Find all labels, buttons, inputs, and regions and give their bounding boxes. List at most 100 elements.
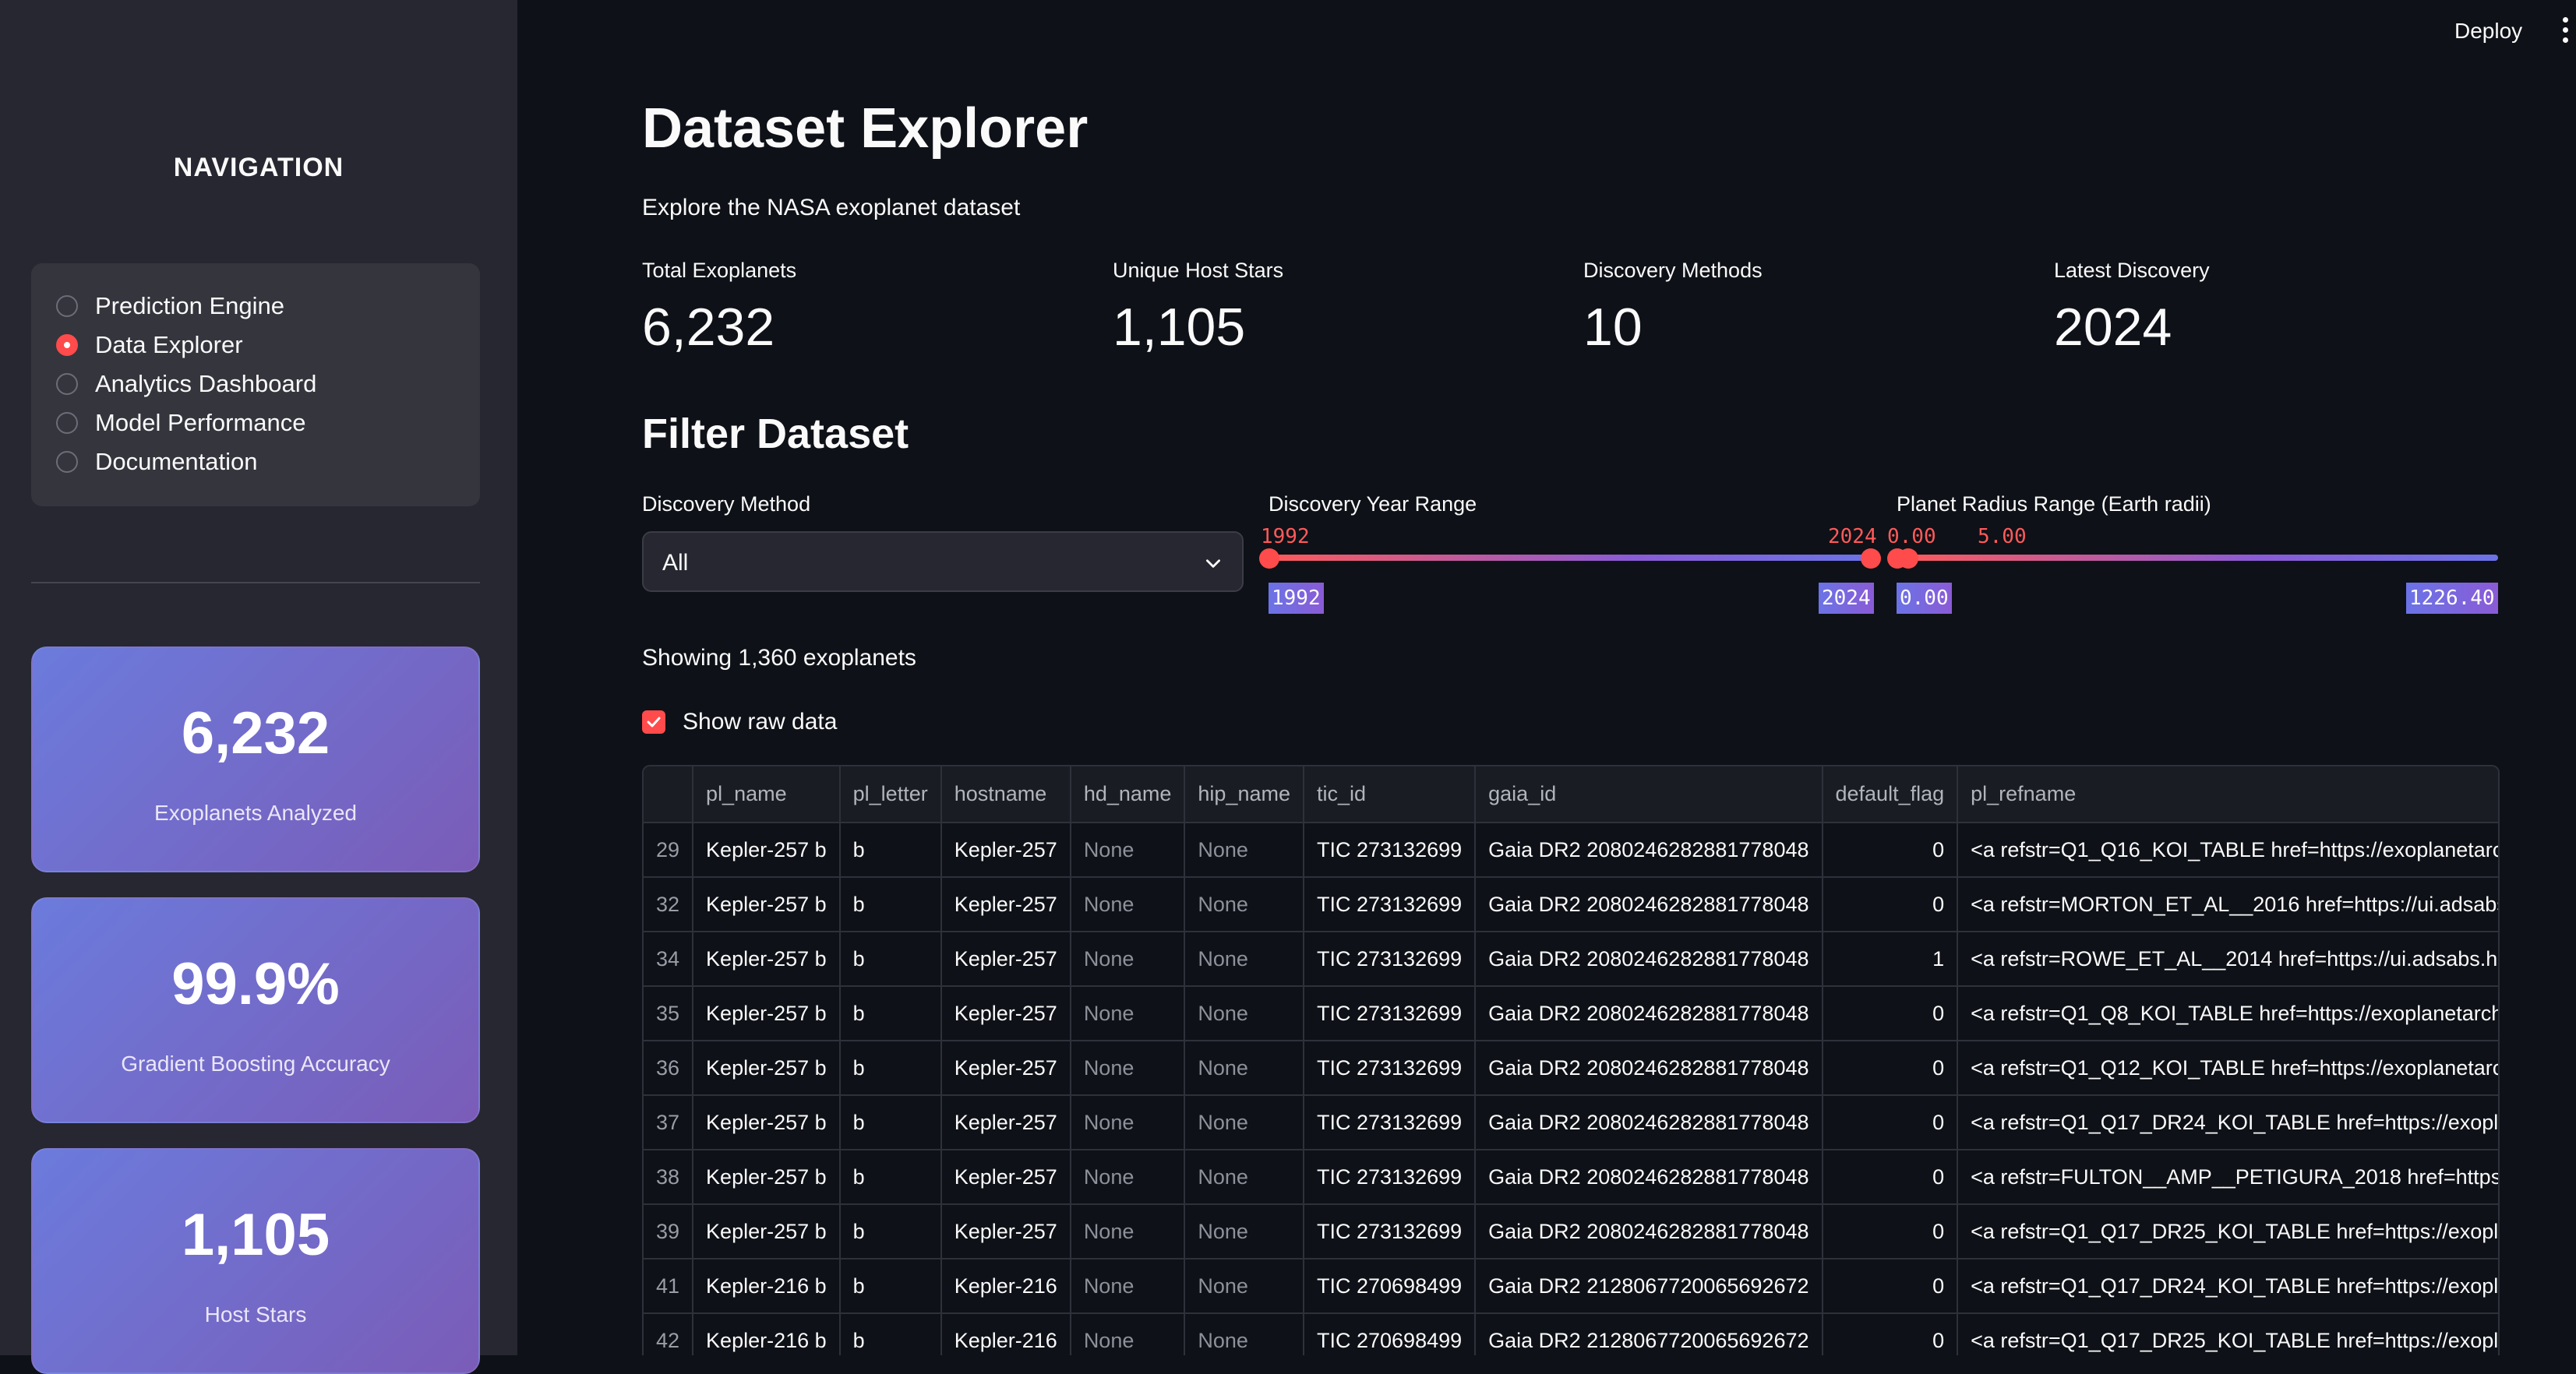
cell-default_flag: 0 [1822, 986, 1959, 1041]
cell-hostname: Kepler-257 [940, 986, 1071, 1041]
column-header-hostname[interactable]: hostname [940, 766, 1071, 823]
check-icon [647, 717, 661, 728]
nav-item-documentation[interactable]: Documentation [56, 442, 455, 481]
page-title: Dataset Explorer [642, 97, 1089, 160]
index-column-header[interactable] [644, 766, 694, 823]
cell-gaia_id: Gaia DR2 2080246282881778048 [1475, 1204, 1823, 1260]
nav-item-label: Documentation [95, 448, 258, 475]
row-index-cell: 32 [644, 877, 694, 932]
radio-icon [56, 412, 78, 434]
cell-tic_id: TIC 273132699 [1304, 823, 1477, 878]
metric-value: 6,232 [642, 298, 775, 357]
cell-pl_refname: <a refstr=MORTON_ET_AL__2016 href=https:… [1957, 877, 2498, 932]
kpi-value: 1,105 [181, 1202, 330, 1268]
deploy-button[interactable]: Deploy [2454, 19, 2522, 44]
nav-item-prediction-engine[interactable]: Prediction Engine [56, 287, 455, 326]
radius-range-label: Planet Radius Range (Earth radii) [1897, 492, 2211, 516]
chevron-down-icon [1206, 559, 1220, 568]
cell-default_flag: 0 [1822, 1313, 1959, 1355]
more-menu-icon[interactable] [2560, 17, 2571, 48]
metric-label: Latest Discovery [2054, 259, 2210, 282]
cell-default_flag: 0 [1822, 1259, 1959, 1314]
row-index-cell: 41 [644, 1259, 694, 1314]
cell-hd_name: None [1070, 877, 1186, 932]
table-row[interactable]: 42 Kepler-216 b b Kepler-216 None None TIC 270… [644, 1313, 2498, 1355]
year-high-thumb[interactable] [1861, 548, 1881, 569]
radio-icon [56, 373, 78, 395]
cell-tic_id: TIC 270698499 [1304, 1313, 1477, 1355]
table-row[interactable]: 35 Kepler-257 b b Kepler-257 None None TIC 273… [644, 986, 2498, 1041]
kpi-label: Host Stars [204, 1302, 307, 1326]
row-index-cell: 38 [644, 1150, 694, 1205]
column-header-hd_name[interactable]: hd_name [1070, 766, 1186, 823]
show-raw-data-checkbox[interactable] [642, 710, 665, 734]
table-row[interactable]: 39 Kepler-257 b b Kepler-257 None None TIC 273… [644, 1204, 2498, 1260]
table-row[interactable]: 32 Kepler-257 b b Kepler-257 None None TIC 273… [644, 877, 2498, 932]
cell-gaia_id: Gaia DR2 2080246282881778048 [1475, 1041, 1823, 1096]
cell-pl_letter: b [839, 877, 942, 932]
table-row[interactable]: 36 Kepler-257 b b Kepler-257 None None TIC 273… [644, 1041, 2498, 1096]
cell-pl_name: Kepler-216 b [693, 1259, 841, 1314]
cell-hd_name: None [1070, 1313, 1186, 1355]
year-low-thumb[interactable] [1259, 548, 1279, 569]
cell-pl_refname: <a refstr=Q1_Q17_DR25_KOI_TABLE href=htt… [1957, 1204, 2498, 1260]
radius-min-label: 0.00 [1897, 583, 1952, 614]
metric-latest-discovery: Latest Discovery 2024 [2054, 259, 2490, 358]
column-header-tic_id[interactable]: tic_id [1304, 766, 1477, 823]
sidebar: NAVIGATION Prediction Engine Data Explor… [0, 0, 517, 1374]
cell-tic_id: TIC 270698499 [1304, 1259, 1477, 1314]
discovery-method-label: Discovery Method [642, 492, 811, 516]
column-header-pl_letter[interactable]: pl_letter [839, 766, 942, 823]
table-row[interactable]: 34 Kepler-257 b b Kepler-257 None None TIC 273… [644, 932, 2498, 987]
cell-hostname: Kepler-257 [940, 1041, 1071, 1096]
nav-item-analytics-dashboard[interactable]: Analytics Dashboard [56, 365, 455, 403]
year-range-track[interactable] [1269, 555, 1870, 561]
results-count: Showing 1,360 exoplanets [642, 645, 916, 671]
cell-pl_name: Kepler-257 b [693, 1095, 841, 1150]
cell-default_flag: 0 [1822, 1095, 1959, 1150]
table-row[interactable]: 41 Kepler-216 b b Kepler-216 None None TIC 270… [644, 1259, 2498, 1314]
cell-default_flag: 0 [1822, 823, 1959, 878]
metric-unique-host-stars: Unique Host Stars 1,105 [1113, 259, 1549, 358]
cell-gaia_id: Gaia DR2 2080246282881778048 [1475, 1095, 1823, 1150]
cell-pl_name: Kepler-257 b [693, 986, 841, 1041]
table-header-row: pl_name pl_letter hostname hd_name hip_name t… [644, 766, 2498, 823]
column-header-pl_refname[interactable]: pl_refname [1957, 766, 2498, 823]
column-header-default_flag[interactable]: default_flag [1822, 766, 1959, 823]
cell-hd_name: None [1070, 986, 1186, 1041]
discovery-method-select[interactable]: All [642, 531, 1244, 592]
cell-pl_refname: <a refstr=Q1_Q17_DR24_KOI_TABLE href=htt… [1957, 1095, 2498, 1150]
row-index-cell: 37 [644, 1095, 694, 1150]
cell-tic_id: TIC 273132699 [1304, 1204, 1477, 1260]
cell-hostname: Kepler-216 [940, 1313, 1071, 1355]
nav-item-data-explorer[interactable]: Data Explorer [56, 326, 455, 365]
cell-gaia_id: Gaia DR2 2128067720065692672 [1475, 1313, 1823, 1355]
table-row[interactable]: 29 Kepler-257 b b Kepler-257 None None TIC 273… [644, 823, 2498, 878]
radius-low-value: 0.00 [1887, 525, 1936, 548]
cell-gaia_id: Gaia DR2 2080246282881778048 [1475, 877, 1823, 932]
radius-high-thumb[interactable] [1898, 548, 1918, 569]
raw-data-table[interactable]: pl_name pl_letter hostname hd_name hip_name t… [642, 765, 2500, 1355]
year-range-label: Discovery Year Range [1269, 492, 1477, 516]
radius-range-track[interactable] [1897, 555, 2498, 561]
nav-item-model-performance[interactable]: Model Performance [56, 403, 455, 442]
cell-hip_name: None [1184, 877, 1304, 932]
cell-hostname: Kepler-257 [940, 1150, 1071, 1205]
radio-selected-icon [56, 334, 78, 356]
cell-tic_id: TIC 273132699 [1304, 877, 1477, 932]
row-index-cell: 34 [644, 932, 694, 987]
column-header-gaia_id[interactable]: gaia_id [1475, 766, 1823, 823]
cell-hd_name: None [1070, 1150, 1186, 1205]
column-header-hip_name[interactable]: hip_name [1184, 766, 1304, 823]
table-row[interactable]: 37 Kepler-257 b b Kepler-257 None None TIC 273… [644, 1095, 2498, 1150]
cell-gaia_id: Gaia DR2 2080246282881778048 [1475, 986, 1823, 1041]
nav-item-label: Model Performance [95, 409, 306, 436]
column-header-pl_name[interactable]: pl_name [693, 766, 841, 823]
year-high-value: 2024 [1828, 525, 1877, 548]
cell-hip_name: None [1184, 1150, 1304, 1205]
cell-pl_refname: <a refstr=Q1_Q17_DR24_KOI_TABLE href=htt… [1957, 1259, 2498, 1314]
cell-pl_letter: b [839, 823, 942, 878]
nav-item-label: Data Explorer [95, 331, 243, 358]
table-row[interactable]: 38 Kepler-257 b b Kepler-257 None None TIC 273… [644, 1150, 2498, 1205]
metric-value: 2024 [2054, 298, 2172, 357]
